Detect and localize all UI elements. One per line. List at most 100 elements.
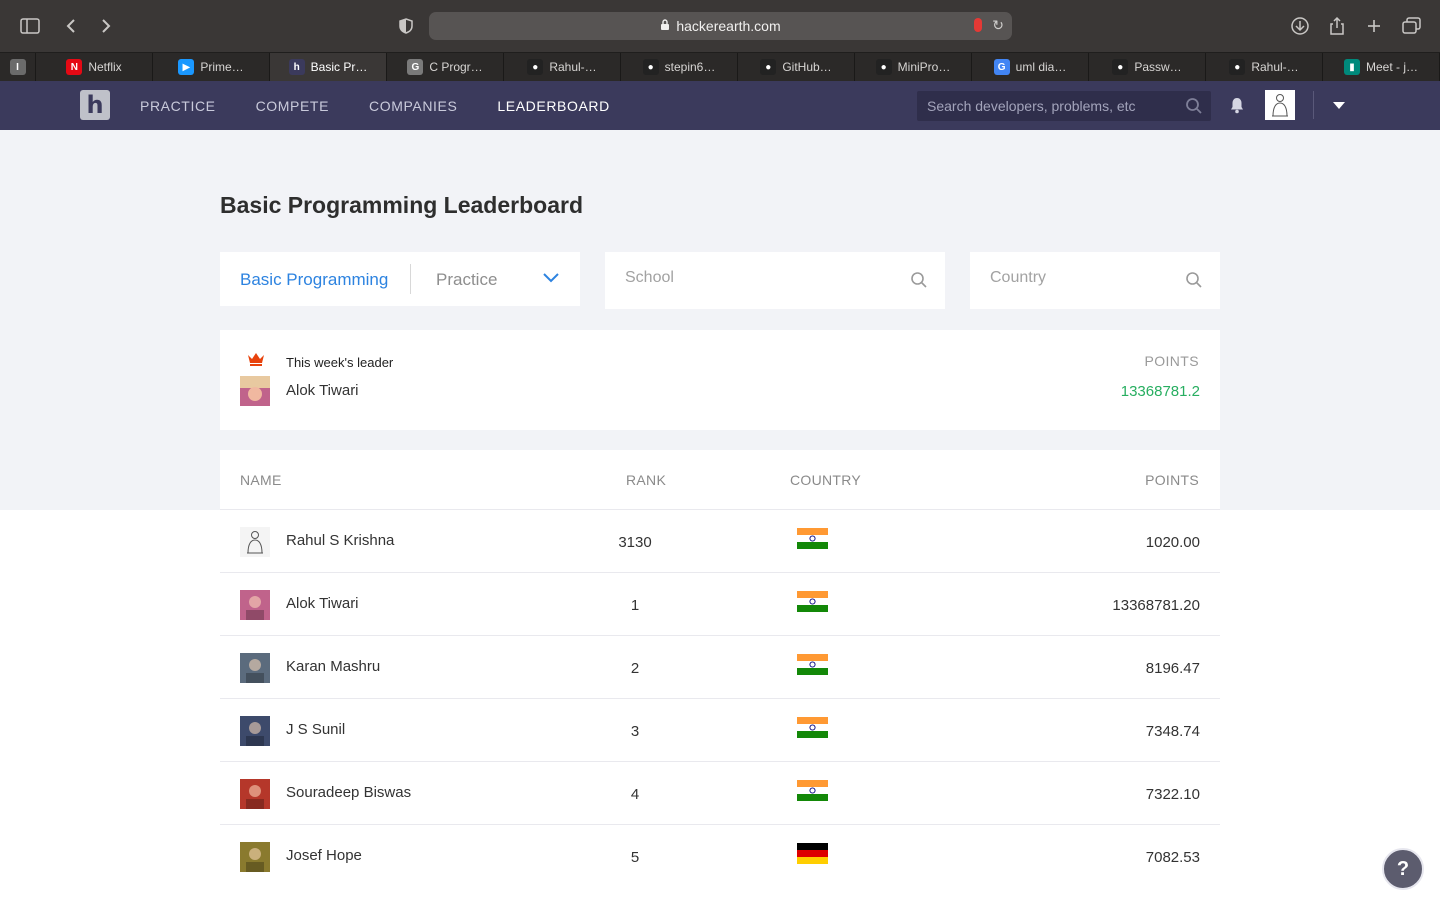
sidebar-toggle-icon[interactable] <box>16 12 44 40</box>
user-points: 8196.47 <box>1145 660 1200 677</box>
tab-favicon-icon: ● <box>527 59 544 75</box>
browser-tab[interactable]: h Basic Pr… <box>270 53 387 81</box>
user-name[interactable]: J S Sunil <box>286 721 345 738</box>
weekly-leader-card: This week's leader Alok Tiwari POINTS 13… <box>220 330 1220 430</box>
back-icon[interactable] <box>57 12 85 40</box>
leader-points-label: POINTS <box>1144 353 1199 369</box>
search-icon[interactable] <box>1185 97 1203 120</box>
tab-favicon-icon: ● <box>760 59 777 75</box>
tab-favicon-icon: I <box>9 59 26 75</box>
user-points: 1020.00 <box>1145 534 1200 551</box>
browser-tab[interactable]: Guml dia… <box>972 53 1089 81</box>
new-tab-icon[interactable] <box>1360 12 1388 40</box>
user-avatar[interactable] <box>240 590 270 620</box>
site-search-input[interactable] <box>917 91 1167 121</box>
browser-tab[interactable]: ● Rahul-… <box>504 53 621 81</box>
site-search <box>917 91 1211 121</box>
search-icon[interactable] <box>910 271 928 294</box>
nav-leaderboard[interactable]: LEADERBOARD <box>497 98 609 114</box>
browser-tab-label: MiniPro… <box>897 60 951 74</box>
table-row[interactable]: Josef Hope 5 7082.53 <box>220 824 1220 887</box>
leader-name[interactable]: Alok Tiwari <box>286 382 359 399</box>
country-filter <box>970 252 1220 309</box>
track-filter[interactable]: Basic Programming Practice <box>220 252 580 306</box>
user-name[interactable]: Karan Mashru <box>286 658 380 675</box>
browser-tab-label: GitHub… <box>782 60 832 74</box>
address-bar[interactable]: hackerearth.com ↻ <box>429 12 1012 40</box>
user-rank: 1 <box>630 597 640 614</box>
browser-tab[interactable]: G C Progr… <box>387 53 504 81</box>
user-name[interactable]: Rahul S Krishna <box>286 532 394 549</box>
site-header: h PRACTICE COMPETE COMPANIES LEADERBOARD <box>0 81 1440 130</box>
nav-practice[interactable]: PRACTICE <box>140 98 216 114</box>
tab-favicon-icon: ● <box>642 59 659 75</box>
browser-tab[interactable]: ▶ Prime… <box>153 53 270 81</box>
india-flag-icon <box>797 717 828 738</box>
user-avatar[interactable] <box>240 779 270 809</box>
school-input[interactable] <box>625 269 875 287</box>
column-header-country: COUNTRY <box>790 472 862 488</box>
browser-tab[interactable]: ● stepin6… <box>621 53 738 81</box>
user-name[interactable]: Souradeep Biswas <box>286 784 411 801</box>
track-select[interactable]: Basic Programming <box>240 270 388 290</box>
browser-tab[interactable]: ● GitHub… <box>738 53 855 81</box>
microphone-icon[interactable] <box>974 18 982 32</box>
tab-favicon-icon: G <box>993 59 1010 75</box>
hackerearth-logo[interactable]: h <box>80 90 110 120</box>
india-flag-icon <box>797 654 828 675</box>
tab-favicon-icon: h <box>288 59 305 75</box>
crown-icon <box>247 352 265 371</box>
table-row[interactable]: Rahul S Krishna 3130 1020.00 <box>220 509 1220 572</box>
leaderboard-table: NAME RANK COUNTRY POINTS Rahul S Krishna… <box>220 450 1220 900</box>
browser-tab-label: Rahul-… <box>549 60 597 74</box>
india-flag-icon <box>797 528 828 549</box>
browser-tab-label: uml dia… <box>1015 60 1067 74</box>
user-avatar[interactable] <box>240 842 270 872</box>
user-rank: 5 <box>630 849 640 866</box>
shield-icon[interactable] <box>392 12 420 40</box>
country-input[interactable] <box>990 269 1180 287</box>
notification-bell-icon[interactable] <box>1229 97 1245 119</box>
india-flag-icon <box>797 591 828 612</box>
user-avatar[interactable] <box>240 716 270 746</box>
mode-select[interactable]: Practice <box>436 270 497 290</box>
browser-tab[interactable]: ● MiniPro… <box>855 53 972 81</box>
main-nav: PRACTICE COMPETE COMPANIES LEADERBOARD <box>140 81 650 130</box>
user-rank: 3 <box>630 723 640 740</box>
forward-icon[interactable] <box>92 12 120 40</box>
account-menu-caret-icon[interactable] <box>1333 102 1345 109</box>
browser-tab-label: Rahul-… <box>1251 60 1299 74</box>
user-points: 7348.74 <box>1145 723 1200 740</box>
filter-divider <box>410 264 411 294</box>
browser-tab[interactable]: ● Rahul-… <box>1206 53 1323 81</box>
india-flag-icon <box>797 780 828 801</box>
user-name[interactable]: Alok Tiwari <box>286 595 359 612</box>
tab-overview-icon[interactable] <box>1398 12 1426 40</box>
tab-favicon-icon: ▮ <box>1343 59 1360 75</box>
browser-tab[interactable]: ▮ Meet - j… <box>1323 53 1440 81</box>
search-icon[interactable] <box>1185 271 1203 294</box>
table-row[interactable]: Souradeep Biswas 4 7322.10 <box>220 761 1220 824</box>
reload-icon[interactable]: ↻ <box>992 17 1004 34</box>
browser-tab[interactable]: ● Passw… <box>1089 53 1206 81</box>
weekly-leader-label: This week's leader <box>286 355 394 370</box>
nav-compete[interactable]: COMPETE <box>256 98 329 114</box>
table-row[interactable]: Alok Tiwari 1 13368781.20 <box>220 572 1220 635</box>
chevron-down-icon[interactable] <box>542 271 560 289</box>
user-avatar[interactable] <box>240 653 270 683</box>
download-icon[interactable] <box>1286 12 1314 40</box>
table-row[interactable]: Karan Mashru 2 8196.47 <box>220 635 1220 698</box>
browser-tab[interactable]: N Netflix <box>36 53 153 81</box>
table-row[interactable]: J S Sunil 3 7348.74 <box>220 698 1220 761</box>
browser-tab[interactable]: I <box>0 53 36 81</box>
user-name[interactable]: Josef Hope <box>286 847 362 864</box>
help-button[interactable]: ? <box>1382 848 1424 890</box>
nav-companies[interactable]: COMPANIES <box>369 98 457 114</box>
user-points: 7082.53 <box>1145 849 1200 866</box>
leader-avatar[interactable] <box>240 376 270 406</box>
user-avatar[interactable] <box>1265 90 1295 120</box>
school-filter <box>605 252 945 309</box>
user-avatar[interactable] <box>240 527 270 557</box>
browser-tab-label: stepin6… <box>664 60 716 74</box>
share-icon[interactable] <box>1323 12 1351 40</box>
